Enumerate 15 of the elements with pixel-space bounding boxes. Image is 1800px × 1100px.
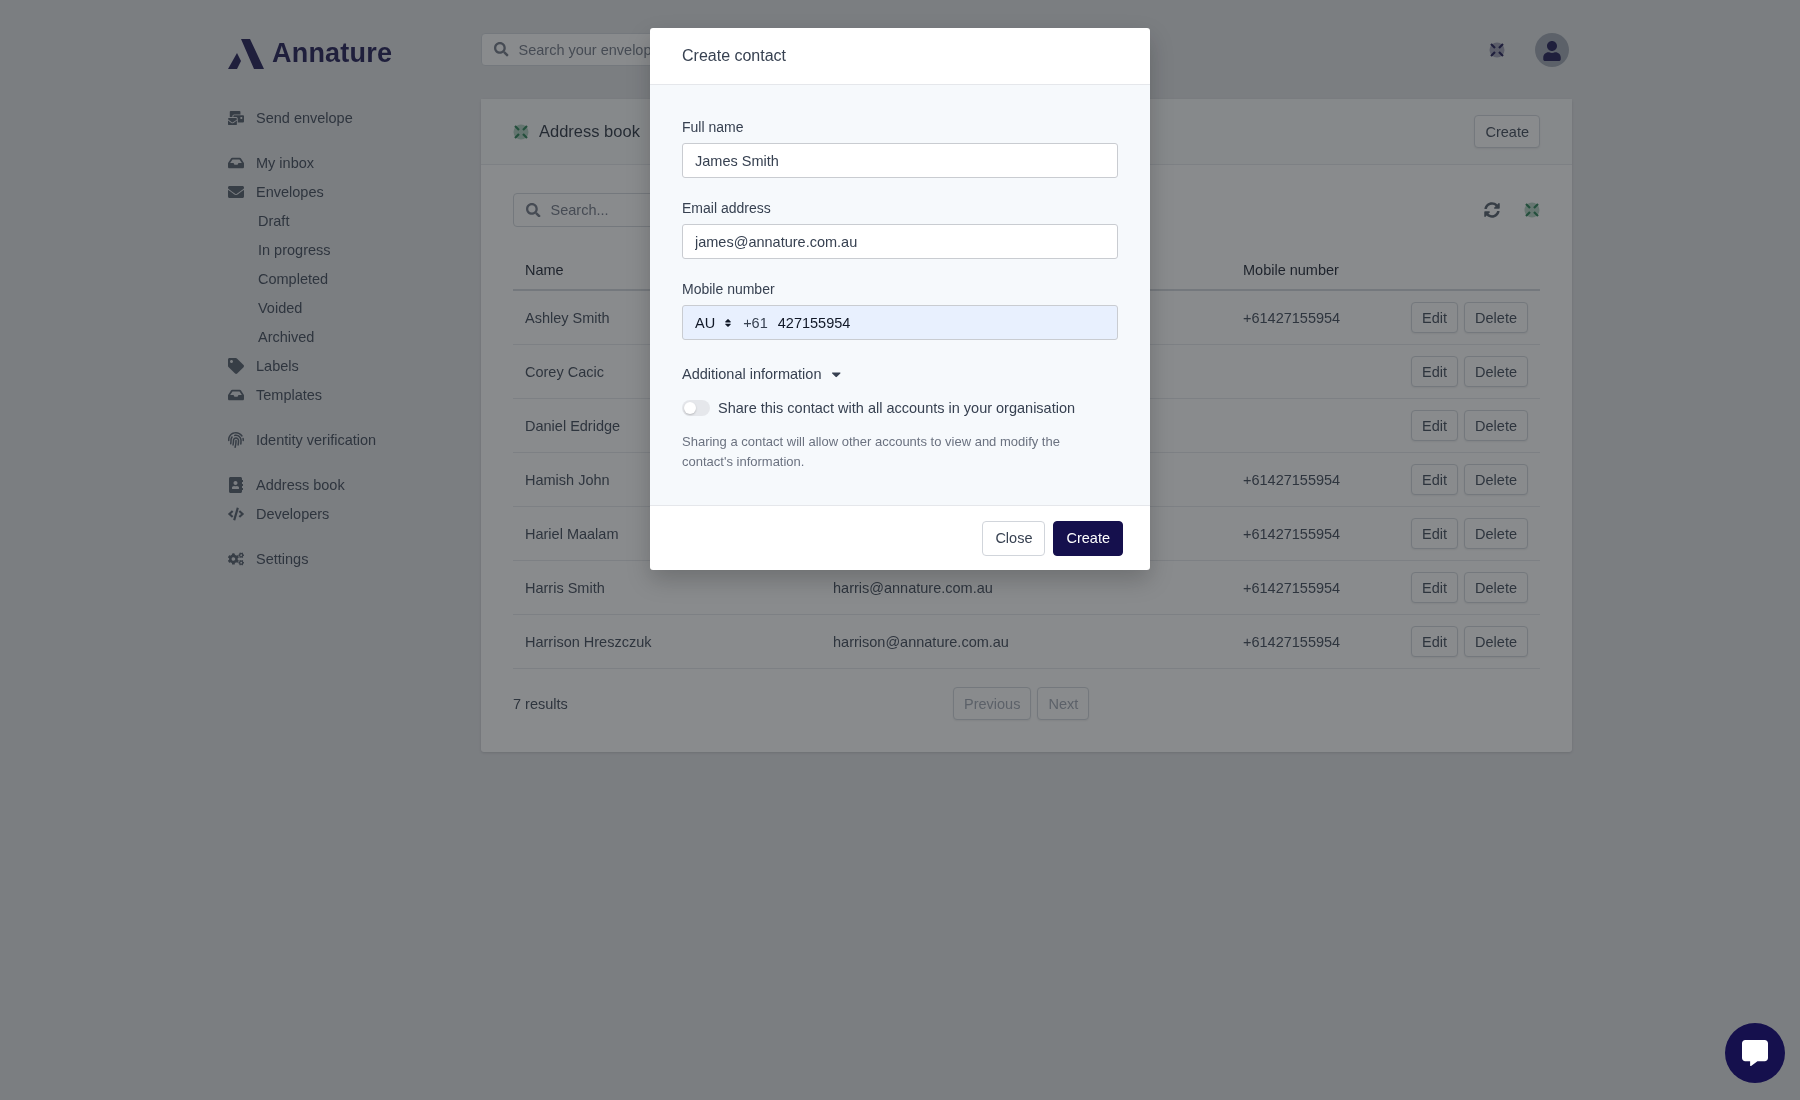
dial-code: +61 [743,314,768,331]
results-count: 7 results [513,695,569,712]
table-cell: +61427155954 [1231,506,1391,561]
table-cell: harrison@annature.com.au [821,614,1231,669]
page-title: Address book [539,122,640,141]
brand-name: Annature [272,38,393,69]
table-cell: +61427155954 [1231,452,1391,507]
table-cell: +61427155954 [1231,614,1391,669]
table-cell: Harrison Hreszczuk [513,614,821,669]
field-label: Full name [682,119,745,135]
field-label: Email address [682,200,772,216]
column-header: Mobile number [1231,251,1391,290]
table-cell: +61427155954 [1231,560,1391,615]
dialog-title: Create contact [682,47,787,65]
table-cell: +61427155954 [1231,290,1391,345]
